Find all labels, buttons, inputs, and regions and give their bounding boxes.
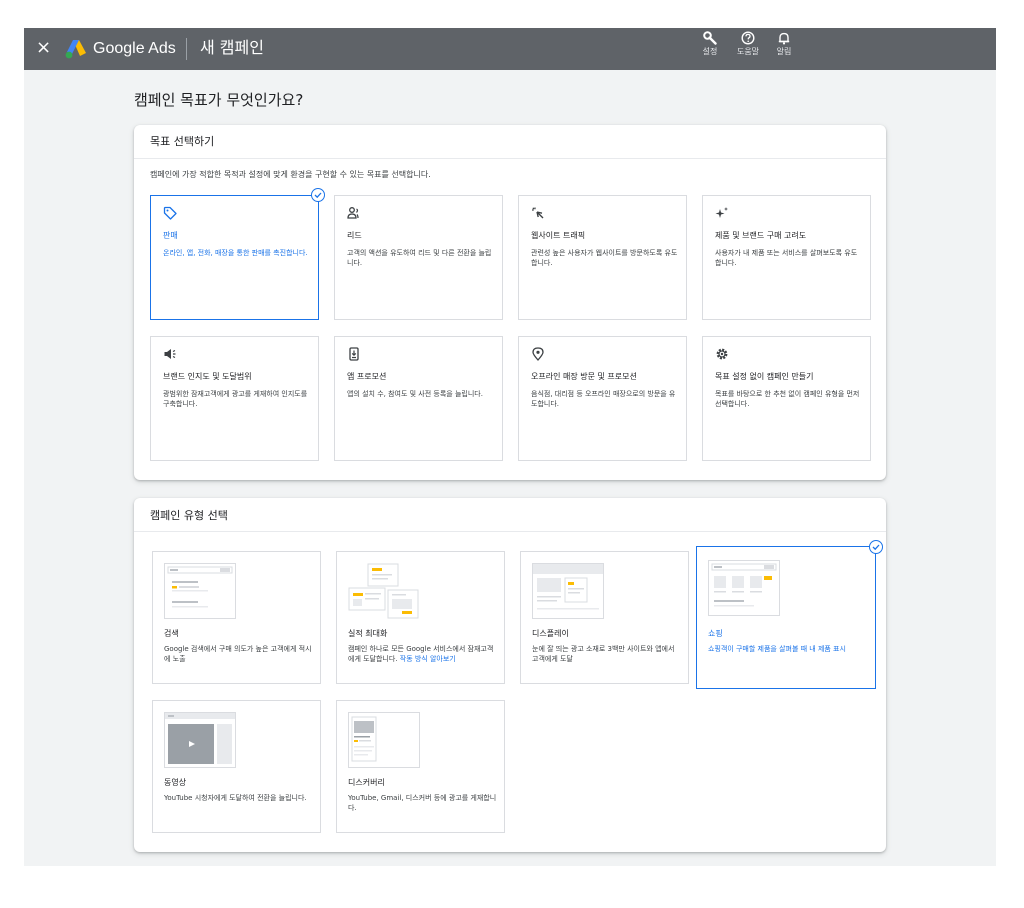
selected-check-icon — [869, 540, 883, 554]
help-icon — [741, 31, 755, 45]
discovery-thumb-image — [348, 712, 420, 768]
goal-tile-description: 사용자가 내 제품 또는 서비스를 살펴보도록 유도합니다. — [715, 249, 858, 267]
tag-icon — [163, 206, 177, 220]
type-tile-video[interactable]: 동영상 YouTube 시청자에게 도달하여 전환을 늘립니다. — [152, 700, 321, 833]
goal-card-description: 캠페인에 가장 적합한 목적과 설정에 맞게 환경을 구현할 수 있는 목표를 … — [150, 170, 431, 179]
page-title: 캠페인 목표가 무엇인가요? — [134, 91, 304, 109]
type-tile-description: YouTube, Gmail, 디스커버 등에 광고를 게재합니다. — [348, 794, 497, 812]
goal-tile-title: 판매 — [163, 231, 178, 240]
goal-tile-title: 목표 설정 없이 캠페인 만들기 — [715, 372, 814, 381]
goal-tile-consideration[interactable]: 제품 및 브랜드 구매 고려도 사용자가 내 제품 또는 서비스를 살펴보도록 … — [702, 195, 871, 320]
pmax-thumb-image — [348, 563, 419, 619]
type-tile-description: 눈에 잘 띄는 광고 소재로 3백만 사이트와 앱에서 고객에게 도달 — [532, 645, 675, 663]
goal-tile-description: 온라인, 앱, 전화, 매장을 통한 판매를 촉진합니다. — [163, 249, 308, 257]
title-divider — [186, 38, 187, 60]
goal-tile-leads[interactable]: 리드 고객의 액션을 유도하여 리드 및 다른 전환을 늘립니다. — [334, 195, 503, 320]
goal-card-heading: 목표 선택하기 — [150, 135, 215, 148]
type-tile-description: Google 검색에서 구매 의도가 높은 고객에게 적시에 노출 — [164, 645, 312, 663]
divider — [134, 531, 886, 532]
type-tile-shopping[interactable]: 쇼핑 쇼핑객이 구매할 제품을 살펴볼 때 내 제품 표시 — [696, 546, 876, 689]
goal-tile-title: 브랜드 인지도 및 도달범위 — [163, 372, 252, 381]
type-tile-description: 캠페인 하나로 모든 Google 서비스에서 잠재고객에게 도달합니다. 작동… — [348, 645, 494, 663]
type-tile-description: YouTube 시청자에게 도달하여 전환을 늘립니다. — [164, 794, 307, 802]
goal-tile-title: 오프라인 매장 방문 및 프로모션 — [531, 372, 637, 381]
goal-tile-title: 리드 — [347, 231, 362, 240]
close-icon[interactable]: × — [36, 36, 56, 60]
type-tile-performance-max[interactable]: 실적 최대화 캠페인 하나로 모든 Google 서비스에서 잠재고객에게 도달… — [336, 551, 505, 684]
goal-tile-description: 광범위한 잠재고객에게 광고를 게재하여 인지도를 구축합니다. — [163, 390, 308, 408]
click-icon — [532, 207, 544, 219]
goal-tile-no-goal[interactable]: 목표 설정 없이 캠페인 만들기 목표를 바탕으로 한 추천 없이 캠페인 유형… — [702, 336, 871, 461]
wrench-icon — [703, 31, 717, 45]
goal-tile-description: 목표를 바탕으로 한 추천 없이 캠페인 유형을 먼저 선택합니다. — [715, 390, 860, 408]
type-tile-title: 디스플레이 — [532, 629, 569, 638]
search-thumb-image — [164, 563, 236, 619]
type-tile-title: 실적 최대화 — [348, 629, 388, 638]
divider — [134, 158, 886, 159]
goal-tile-sales[interactable]: 판매 온라인, 앱, 전화, 매장을 통한 판매를 촉진합니다. — [150, 195, 319, 320]
goal-tile-local-store-visits[interactable]: 오프라인 매장 방문 및 프로모션 음식점, 대리점 등 오프라인 매장으로의 … — [518, 336, 687, 461]
window-title: 새 캠페인 — [200, 38, 264, 57]
shopping-thumb-image — [708, 560, 780, 616]
goal-tile-description: 앱의 설치 수, 참여도 및 사전 등록을 늘립니다. — [347, 390, 483, 398]
goal-tile-description: 고객의 액션을 유도하여 리드 및 다른 전환을 늘립니다. — [347, 249, 492, 267]
goal-tile-description: 관련성 높은 사용자가 웹사이트를 방문하도록 유도합니다. — [531, 249, 678, 267]
type-tile-title: 동영상 — [164, 778, 187, 787]
type-tile-title: 디스커버리 — [348, 778, 385, 787]
goal-tile-title: 웹사이트 트래픽 — [531, 231, 586, 240]
selected-check-icon — [311, 188, 325, 202]
type-tile-display[interactable]: 디스플레이 눈에 잘 띄는 광고 소재로 3백만 사이트와 앱에서 고객에게 도… — [520, 551, 689, 684]
location-pin-icon — [532, 347, 544, 361]
goal-tile-brand-awareness[interactable]: 브랜드 인지도 및 도달범위 광범위한 잠재고객에게 광고를 게재하여 인지도를… — [150, 336, 319, 461]
goal-tile-website-traffic[interactable]: 웹사이트 트래픽 관련성 높은 사용자가 웹사이트를 방문하도록 유도합니다. — [518, 195, 687, 320]
display-thumb-image — [532, 563, 604, 619]
people-icon — [347, 207, 359, 219]
top-bar: × Google Ads 새 캠페인 설정 도움말 알림 — [24, 28, 996, 70]
type-tile-title: 검색 — [164, 629, 179, 638]
type-tile-search[interactable]: 검색 Google 검색에서 구매 의도가 높은 고객에게 적시에 노출 — [152, 551, 321, 684]
type-card-heading: 캠페인 유형 선택 — [150, 509, 228, 522]
goal-card: 목표 선택하기 캠페인에 가장 적합한 목적과 설정에 맞게 환경을 구현할 수… — [134, 125, 886, 480]
goal-tile-title: 제품 및 브랜드 구매 고려도 — [715, 231, 807, 240]
video-thumb-image — [164, 712, 236, 768]
brand-name: Google Ads — [93, 40, 176, 57]
google-ads-logo — [65, 40, 86, 59]
megaphone-icon — [164, 349, 176, 359]
learn-how-it-works-link[interactable]: 작동 방식 알아보기 — [400, 655, 456, 663]
goal-tile-title: 앱 프로모션 — [347, 372, 387, 381]
campaign-type-card: 캠페인 유형 선택 검색 Google 검색에서 구매 의도가 높은 고객에게 … — [134, 498, 886, 852]
sparkle-icon — [715, 207, 728, 218]
goal-tile-app-promotion[interactable]: 앱 프로모션 앱의 설치 수, 참여도 및 사전 등록을 늘립니다. — [334, 336, 503, 461]
notifications-button[interactable]: 알림 — [762, 31, 806, 57]
gear-icon — [716, 348, 728, 360]
app-window: × Google Ads 새 캠페인 설정 도움말 알림 캠페인 목표가 무엇인… — [24, 28, 996, 866]
type-tile-description: 쇼핑객이 구매할 제품을 살펴볼 때 내 제품 표시 — [708, 645, 846, 653]
type-tile-title: 쇼핑 — [708, 629, 723, 638]
bell-icon — [778, 32, 790, 45]
goal-tile-description: 음식점, 대리점 등 오프라인 매장으로의 방문을 유도합니다. — [531, 390, 676, 408]
phone-download-icon — [349, 347, 359, 361]
type-tile-discovery[interactable]: 디스커버리 YouTube, Gmail, 디스커버 등에 광고를 게재합니다. — [336, 700, 505, 833]
